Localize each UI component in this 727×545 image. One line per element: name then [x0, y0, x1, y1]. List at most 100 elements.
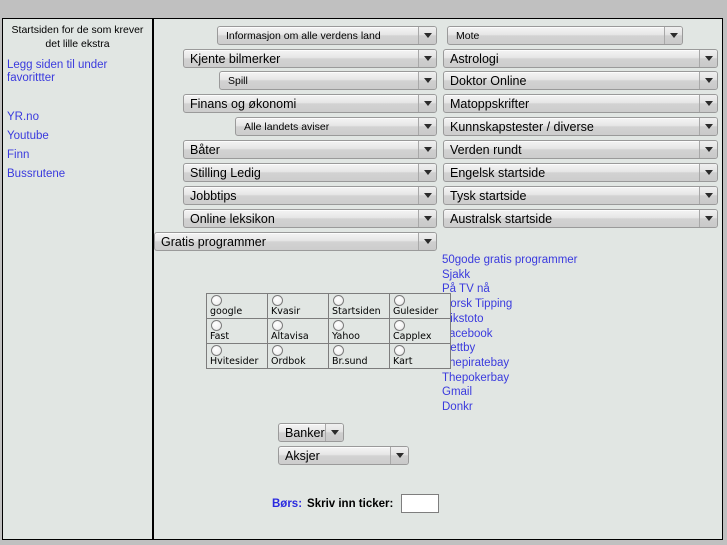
link-thepokerbay[interactable]: Thepokerbay	[442, 371, 578, 386]
chevron-down-icon	[418, 118, 436, 135]
radio-yahoo[interactable]	[333, 320, 344, 331]
page-frame: Startsiden for de som krever det lille e…	[2, 18, 723, 540]
dropdown-tysk-startside[interactable]: Tysk startside	[443, 186, 718, 205]
quick-links-list: 50gode gratis programmer Sjakk På TV nå …	[442, 253, 578, 415]
grid-cell-label: Gulesider	[393, 306, 439, 317]
radio-hvitesider[interactable]	[211, 345, 222, 356]
dropdown-label: Spill	[228, 74, 248, 87]
link-thepiratebay[interactable]: Thepiratebay	[442, 356, 578, 371]
link-sjakk[interactable]: Sjakk	[442, 268, 578, 283]
grid-cell-hvitesider[interactable]: Hvitesider	[206, 343, 268, 369]
dropdown-label: Engelsk startside	[450, 165, 546, 180]
radio-capplex[interactable]	[394, 320, 405, 331]
radio-brsund[interactable]	[333, 345, 344, 356]
sidebar-link-bussrutene[interactable]: Bussrutene	[7, 168, 148, 181]
chevron-down-icon	[418, 72, 436, 89]
link-50gode-gratis-programmer[interactable]: 50gode gratis programmer	[442, 253, 578, 268]
add-to-favorites-link[interactable]: Legg siden til under favorittter	[7, 59, 148, 85]
link-pa-tv-na[interactable]: På TV nå	[442, 282, 578, 297]
link-norsk-tipping[interactable]: Norsk Tipping	[442, 297, 578, 312]
dropdown-finans-og-okonomi[interactable]: Finans og økonomi	[183, 94, 437, 113]
radio-ordbok[interactable]	[272, 345, 283, 356]
ticker-input[interactable]	[401, 494, 440, 513]
grid-cell-ordbok[interactable]: Ordbok	[267, 343, 329, 369]
grid-cell-label: Kvasir	[271, 306, 301, 317]
link-nettby[interactable]: Nettby	[442, 341, 578, 356]
link-facebook[interactable]: Facebook	[442, 327, 578, 342]
chevron-down-icon	[699, 187, 717, 204]
dropdown-online-leksikon[interactable]: Online leksikon	[183, 209, 437, 228]
dropdown-label: Gratis programmer	[161, 234, 266, 249]
chevron-down-icon	[418, 141, 436, 158]
sidebar-link-yr[interactable]: YR.no	[7, 111, 148, 124]
radio-gulesider[interactable]	[394, 295, 405, 306]
chevron-down-icon	[418, 27, 436, 44]
dropdown-bater[interactable]: Båter	[183, 140, 437, 159]
radio-fast[interactable]	[211, 320, 222, 331]
dropdown-verden-rundt[interactable]: Verden rundt	[443, 140, 718, 159]
dropdown-kunnskapstester-diverse[interactable]: Kunnskapstester / diverse	[443, 117, 718, 136]
grid-cell-google[interactable]: google	[206, 293, 268, 319]
dropdown-label: Verden rundt	[450, 142, 522, 157]
grid-cell-kart[interactable]: Kart	[389, 343, 451, 369]
grid-cell-brsund[interactable]: Br.sund	[328, 343, 390, 369]
chevron-down-icon	[325, 424, 343, 441]
grid-cell-label: Br.sund	[332, 356, 368, 367]
dropdown-label: Kunnskapstester / diverse	[450, 119, 594, 134]
chevron-down-icon	[699, 72, 717, 89]
grid-cell-startsiden[interactable]: Startsiden	[328, 293, 390, 319]
dropdown-aksjer[interactable]: Aksjer	[278, 446, 409, 465]
link-gmail[interactable]: Gmail	[442, 385, 578, 400]
dropdown-informasjon-om-alle-verdens-land[interactable]: Informasjon om alle verdens land	[217, 26, 437, 45]
sidebar-link-finn[interactable]: Finn	[7, 149, 148, 162]
dropdown-banker[interactable]: Banker	[278, 423, 344, 442]
sidebar-link-youtube[interactable]: Youtube	[7, 130, 148, 143]
dropdown-doktor-online[interactable]: Doktor Online	[443, 71, 718, 90]
dropdown-matoppskrifter[interactable]: Matoppskrifter	[443, 94, 718, 113]
dropdown-label: Australsk startside	[450, 211, 553, 226]
dropdown-label: Banker	[285, 425, 325, 440]
link-donkr[interactable]: Donkr	[442, 400, 578, 415]
grid-cell-altavisa[interactable]: Altavisa	[267, 318, 329, 344]
radio-kvasir[interactable]	[272, 295, 283, 306]
dropdown-label: Aksjer	[285, 448, 320, 463]
grid-cell-yahoo[interactable]: Yahoo	[328, 318, 390, 344]
dropdown-label: Jobbtips	[190, 188, 237, 203]
grid-cell-label: Altavisa	[271, 331, 309, 342]
dropdown-alle-landets-aviser[interactable]: Alle landets aviser	[235, 117, 437, 136]
dropdown-label: Alle landets aviser	[244, 120, 330, 133]
dropdown-kjente-bilmerker[interactable]: Kjente bilmerker	[183, 49, 437, 68]
grid-cell-label: Yahoo	[332, 331, 360, 342]
grid-cell-fast[interactable]: Fast	[206, 318, 268, 344]
radio-google[interactable]	[211, 295, 222, 306]
radio-kart[interactable]	[394, 345, 405, 356]
grid-cell-label: Fast	[210, 331, 230, 342]
grid-cell-label: Ordbok	[271, 356, 306, 367]
grid-cell-kvasir[interactable]: Kvasir	[267, 293, 329, 319]
search-engine-grid: google Kvasir Startsiden Gulesider Fast …	[206, 293, 451, 369]
grid-cell-capplex[interactable]: Capplex	[389, 318, 451, 344]
chevron-down-icon	[418, 95, 436, 112]
link-rikstoto[interactable]: Rikstoto	[442, 312, 578, 327]
dropdown-mote[interactable]: Mote	[447, 26, 683, 45]
radio-altavisa[interactable]	[272, 320, 283, 331]
chevron-down-icon	[699, 118, 717, 135]
dropdown-label: Kjente bilmerker	[190, 51, 281, 66]
dropdown-label: Finans og økonomi	[190, 96, 297, 111]
radio-startsiden[interactable]	[333, 295, 344, 306]
dropdown-astrologi[interactable]: Astrologi	[443, 49, 718, 68]
grid-cell-gulesider[interactable]: Gulesider	[389, 293, 451, 319]
dropdown-engelsk-startside[interactable]: Engelsk startside	[443, 163, 718, 182]
chevron-down-icon	[699, 210, 717, 227]
chevron-down-icon	[699, 50, 717, 67]
dropdown-australsk-startside[interactable]: Australsk startside	[443, 209, 718, 228]
sidebar: Startsiden for de som krever det lille e…	[3, 19, 154, 539]
ticker-prompt-label: Skriv inn ticker:	[307, 497, 394, 510]
grid-cell-label: Hvitesider	[210, 356, 259, 367]
dropdown-spill[interactable]: Spill	[219, 71, 437, 90]
dropdown-jobbtips[interactable]: Jobbtips	[183, 186, 437, 205]
dropdown-stilling-ledig[interactable]: Stilling Ledig	[183, 163, 437, 182]
dropdown-gratis-programmer[interactable]: Gratis programmer	[154, 232, 437, 251]
chevron-down-icon	[418, 233, 436, 250]
dropdown-label: Stilling Ledig	[190, 165, 261, 180]
